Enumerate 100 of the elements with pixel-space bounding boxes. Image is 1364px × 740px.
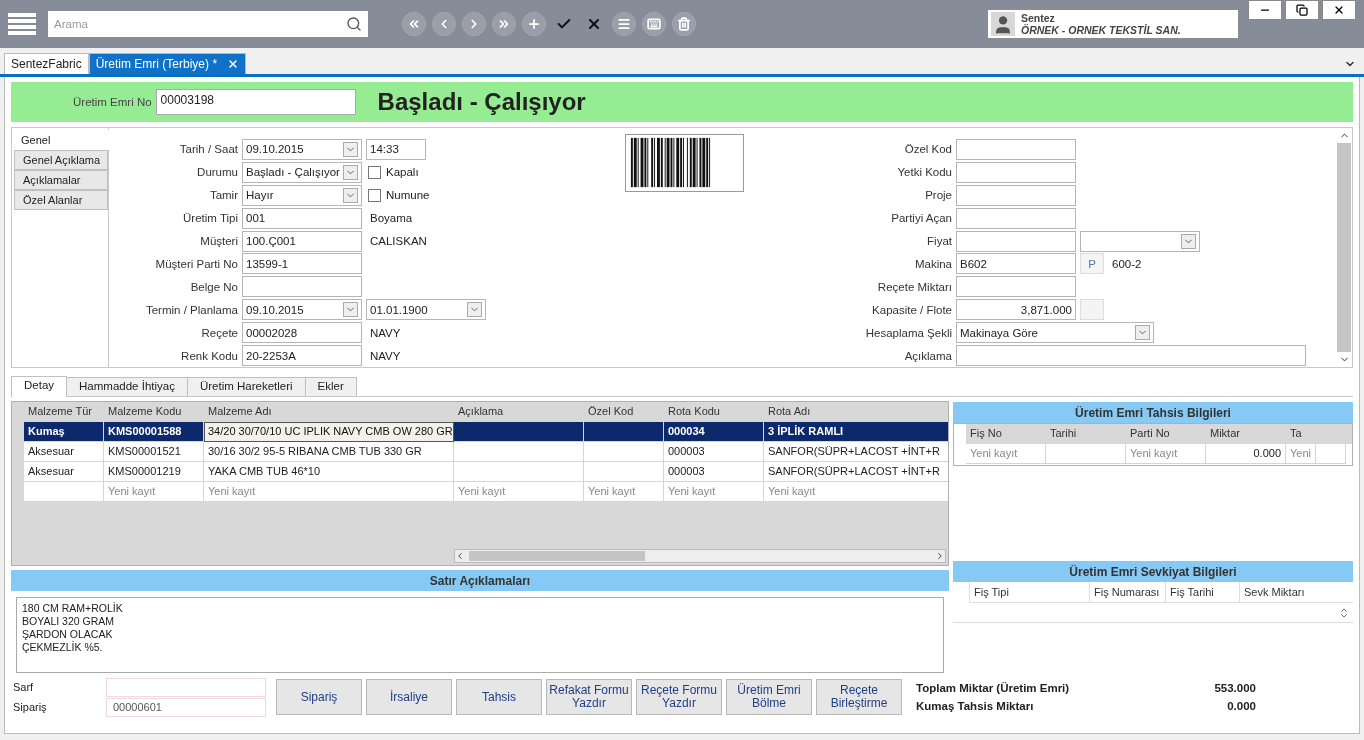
column-header[interactable]: Rota Kodu (664, 402, 764, 422)
new-row-cell[interactable]: Yeni kayıt (966, 444, 1046, 464)
table-cell[interactable]: SANFOR(SÜPR+LACOST +İNT+R (764, 442, 948, 462)
number-field[interactable]: 3,871.000 (956, 299, 1076, 321)
new-row-cell[interactable]: Yeni kayıt (454, 482, 584, 502)
action-button[interactable]: Sipariş (276, 679, 362, 715)
column-header[interactable]: Ta (1286, 424, 1316, 444)
detail-tab[interactable]: Üretim Hareketleri (186, 377, 306, 396)
close-icon[interactable] (227, 58, 240, 70)
table-cell[interactable] (454, 462, 584, 482)
detail-tab[interactable]: Ekler (304, 377, 357, 396)
new-row-cell[interactable]: Yeni kayıt (664, 482, 764, 502)
table-cell[interactable] (454, 442, 584, 462)
previous-button[interactable] (432, 12, 456, 36)
action-button[interactable]: Üretim Emri Bölme (726, 679, 812, 715)
side-tab[interactable]: Açıklamalar (14, 170, 108, 190)
column-header[interactable]: Tarihi (1046, 424, 1126, 444)
document-tab[interactable]: SentezFabric (4, 53, 89, 74)
table-cell[interactable]: 34/20 30/70/10 UC IPLIK NAVY CMB OW 280 GR (204, 422, 454, 442)
menu-icon[interactable] (8, 11, 36, 37)
last-button[interactable] (492, 12, 516, 36)
dropdown-field[interactable]: 01.01.1900 (366, 299, 486, 321)
column-header[interactable]: Sevk Miktarı (1239, 582, 1319, 602)
new-row-cell[interactable]: Yeni kayıt (104, 482, 204, 502)
checkbox[interactable] (368, 165, 381, 179)
checkbox[interactable] (368, 188, 381, 202)
table-cell[interactable] (584, 422, 664, 442)
action-button[interactable]: İrsaliye (366, 679, 452, 715)
dropdown-field[interactable]: Makinaya Göre (956, 322, 1154, 344)
column-header[interactable]: Fiş No (966, 424, 1046, 444)
column-header[interactable]: Malzeme Adı (204, 402, 454, 422)
column-header[interactable]: Parti No (1126, 424, 1206, 444)
detail-tab[interactable]: Detay (11, 376, 68, 397)
text-field[interactable]: 001 (242, 207, 362, 229)
table-cell[interactable]: 000034 (664, 422, 764, 442)
list-button[interactable] (612, 12, 636, 36)
text-field[interactable] (956, 138, 1076, 160)
table-cell[interactable]: 000003 (664, 462, 764, 482)
column-header[interactable]: Fiş Tipi (969, 582, 1089, 602)
dropdown-field[interactable]: Hayır (242, 184, 362, 206)
new-row-cell[interactable]: Yeni kayıt (1126, 444, 1206, 464)
new-row-cell[interactable]: Yeni kayıt (204, 482, 454, 502)
lookup-button[interactable]: P (1080, 253, 1104, 275)
text-field[interactable]: 00002028 (242, 322, 362, 344)
table-cell[interactable] (584, 442, 664, 462)
side-tab[interactable]: Özel Alanlar (14, 190, 108, 210)
text-field[interactable]: 00000601 (106, 697, 266, 717)
dropdown-field[interactable]: 09.10.2015 (242, 138, 362, 160)
text-field[interactable] (956, 207, 1076, 229)
text-field[interactable]: 20-2253A (242, 345, 362, 367)
text-field[interactable] (956, 345, 1306, 367)
table-cell[interactable]: 3 İPLİK RAMLI (764, 422, 948, 442)
action-button[interactable]: Reçete Formu Yazdır (636, 679, 722, 715)
table-cell[interactable] (454, 422, 584, 442)
scroll-icon[interactable] (1338, 606, 1350, 619)
action-button[interactable]: Refakat Formu Yazdır (546, 679, 632, 715)
delete-button[interactable] (672, 12, 696, 36)
dropdown-field[interactable]: 09.10.2015 (242, 299, 362, 321)
document-tab[interactable]: Üretim Emri (Terbiye) * (88, 53, 247, 74)
side-tab[interactable]: Genel Açıklama (14, 150, 108, 170)
horizontal-scrollbar[interactable] (454, 549, 946, 563)
column-header[interactable]: Özel Kod (584, 402, 664, 422)
column-header[interactable]: Malzeme Kodu (104, 402, 204, 422)
restore-button[interactable] (1285, 0, 1319, 20)
detail-tab[interactable]: Hammadde İhtiyaç (66, 377, 188, 396)
next-button[interactable] (462, 12, 486, 36)
text-field[interactable] (956, 276, 1076, 298)
text-field[interactable] (106, 677, 266, 697)
first-button[interactable] (402, 12, 426, 36)
column-header[interactable]: Fiş Numarası (1089, 582, 1165, 602)
table-cell[interactable]: KMS00001219 (104, 462, 204, 482)
table-cell[interactable]: KMS00001521 (104, 442, 204, 462)
new-row-cell[interactable]: 0.000 (1206, 444, 1286, 464)
new-row-cell[interactable] (24, 482, 104, 502)
table-cell[interactable] (1316, 444, 1346, 464)
table-cell[interactable]: SANFOR(SÜPR+LACOST +İNT+R (764, 462, 948, 482)
column-header[interactable]: Fiş Tarihi (1165, 582, 1239, 602)
text-field[interactable]: B602 (956, 253, 1076, 275)
text-field[interactable]: 100.Ç001 (242, 230, 362, 252)
keyboard-button[interactable] (642, 12, 666, 36)
text-field[interactable] (956, 230, 1076, 252)
minimize-button[interactable] (1248, 0, 1282, 20)
new-row-cell[interactable]: Yeni kayıt (584, 482, 664, 502)
notes-field[interactable]: 180 CM RAM+ROLİK BOYALI 320 GRAM ŞARDON OLACAK ÇEKMEZLİK %5. (16, 597, 944, 673)
add-button[interactable] (522, 12, 546, 36)
column-header[interactable]: Açıklama (454, 402, 584, 422)
table-cell[interactable]: 000003 (664, 442, 764, 462)
search-field[interactable]: Arama (48, 11, 368, 37)
new-row-cell[interactable]: Yeni kayıt (764, 482, 948, 502)
text-field[interactable] (242, 276, 362, 298)
order-number-field[interactable]: 00003198 (155, 89, 356, 115)
column-header[interactable]: Rota Adı (764, 402, 948, 422)
text-field[interactable] (956, 184, 1076, 206)
action-button[interactable]: Reçete Birleştirme (816, 679, 902, 715)
lookup-button[interactable] (1080, 299, 1104, 321)
action-button[interactable]: Tahsis (456, 679, 542, 715)
text-field[interactable]: 13599-1 (242, 253, 362, 275)
dropdown-field[interactable] (1080, 230, 1200, 252)
table-cell[interactable]: 30/16 30/2 95-5 RIBANA CMB TUB 330 GR (204, 442, 454, 462)
table-cell[interactable]: YAKA CMB TUB 46*10 (204, 462, 454, 482)
